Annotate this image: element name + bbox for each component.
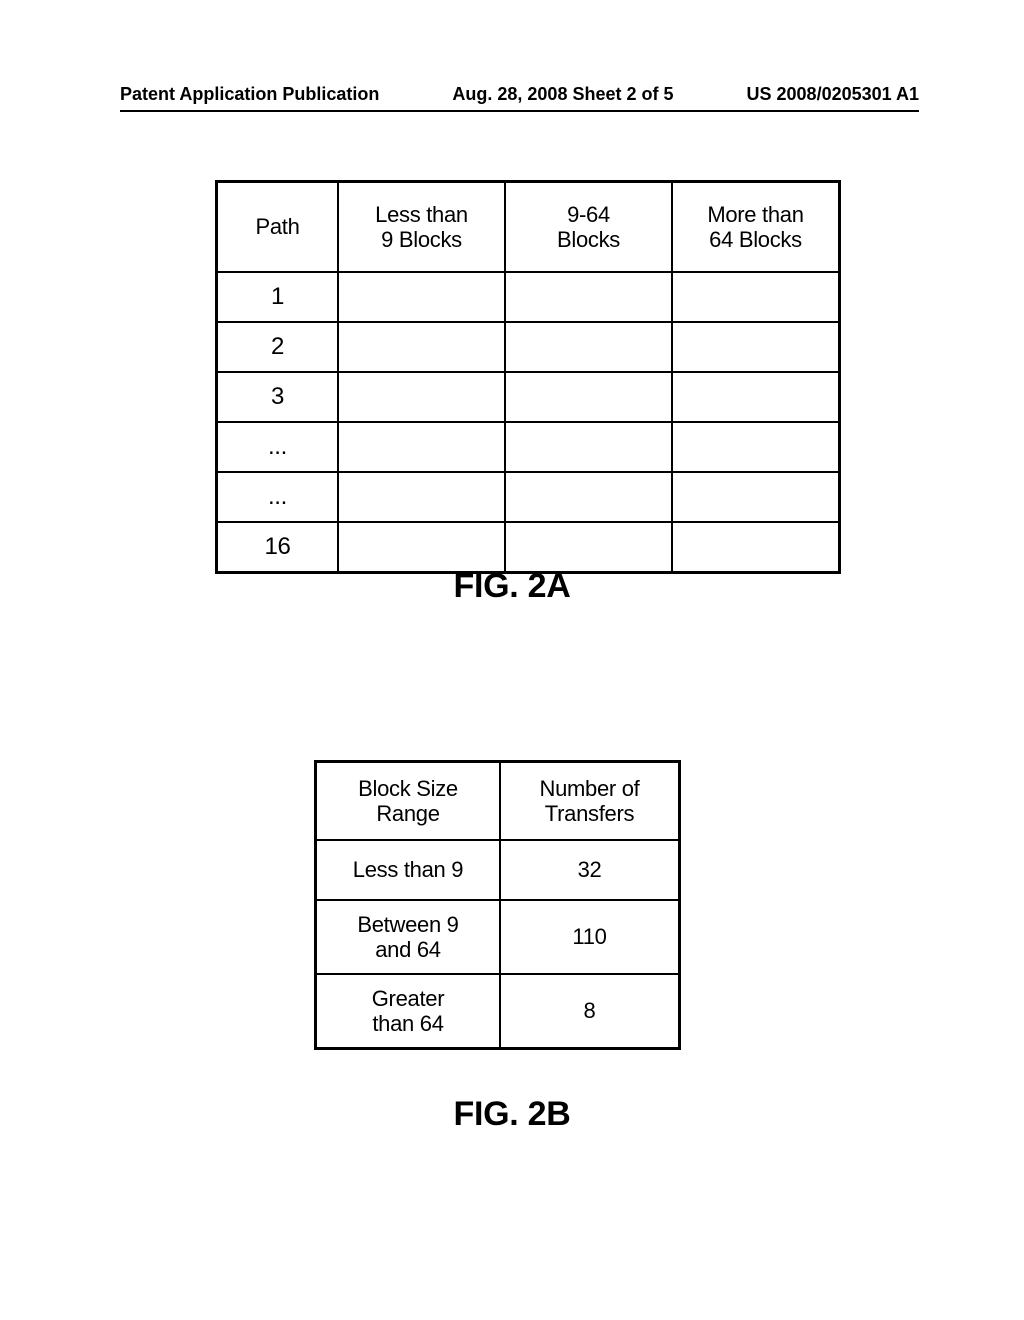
cell	[505, 422, 672, 472]
cell: 1	[217, 272, 339, 322]
table-row: Block SizeRange Number ofTransfers	[316, 762, 680, 841]
cell	[338, 472, 505, 522]
header-left: Patent Application Publication	[120, 84, 379, 105]
header-right: US 2008/0205301 A1	[747, 84, 919, 105]
table-row: ...	[217, 472, 840, 522]
cell	[672, 322, 840, 372]
cell: Less than 9	[316, 840, 501, 900]
table-fig-2b: Block SizeRange Number ofTransfers Less …	[314, 760, 681, 1050]
table-row: Path Less than9 Blocks 9-64Blocks More t…	[217, 182, 840, 273]
page-header: Patent Application Publication Aug. 28, …	[120, 84, 919, 105]
cell	[505, 522, 672, 573]
table-row: 16	[217, 522, 840, 573]
cell: ...	[217, 472, 339, 522]
cell	[672, 272, 840, 322]
cell: 2	[217, 322, 339, 372]
cell	[672, 422, 840, 472]
table-row: 1	[217, 272, 840, 322]
cell	[672, 472, 840, 522]
table-row: Greaterthan 64 8	[316, 974, 680, 1049]
cell: 3	[217, 372, 339, 422]
cell	[672, 522, 840, 573]
cell	[338, 522, 505, 573]
cell	[505, 322, 672, 372]
th-transfers: Number ofTransfers	[500, 762, 680, 841]
table-row: 2	[217, 322, 840, 372]
cell	[338, 422, 505, 472]
figure-2b-caption: FIG. 2B	[0, 1095, 1024, 1134]
cell: 8	[500, 974, 680, 1049]
cell	[505, 472, 672, 522]
table-row: Between 9and 64 110	[316, 900, 680, 974]
th-9to64: 9-64Blocks	[505, 182, 672, 273]
table-fig-2a: Path Less than9 Blocks 9-64Blocks More t…	[215, 180, 841, 574]
th-more64: More than64 Blocks	[672, 182, 840, 273]
table-row: 3	[217, 372, 840, 422]
cell	[338, 272, 505, 322]
cell	[338, 322, 505, 372]
header-center: Aug. 28, 2008 Sheet 2 of 5	[452, 84, 673, 105]
cell	[672, 372, 840, 422]
th-block-size: Block SizeRange	[316, 762, 501, 841]
header-rule	[120, 110, 919, 112]
th-path: Path	[217, 182, 339, 273]
cell: ...	[217, 422, 339, 472]
table-row: Less than 9 32	[316, 840, 680, 900]
cell: Between 9and 64	[316, 900, 501, 974]
cell: Greaterthan 64	[316, 974, 501, 1049]
patent-page: Patent Application Publication Aug. 28, …	[0, 0, 1024, 1320]
figure-2a-caption: FIG. 2A	[0, 567, 1024, 606]
cell	[505, 372, 672, 422]
cell: 16	[217, 522, 339, 573]
cell: 32	[500, 840, 680, 900]
cell: 110	[500, 900, 680, 974]
cell	[505, 272, 672, 322]
th-less9: Less than9 Blocks	[338, 182, 505, 273]
cell	[338, 372, 505, 422]
table-row: ...	[217, 422, 840, 472]
